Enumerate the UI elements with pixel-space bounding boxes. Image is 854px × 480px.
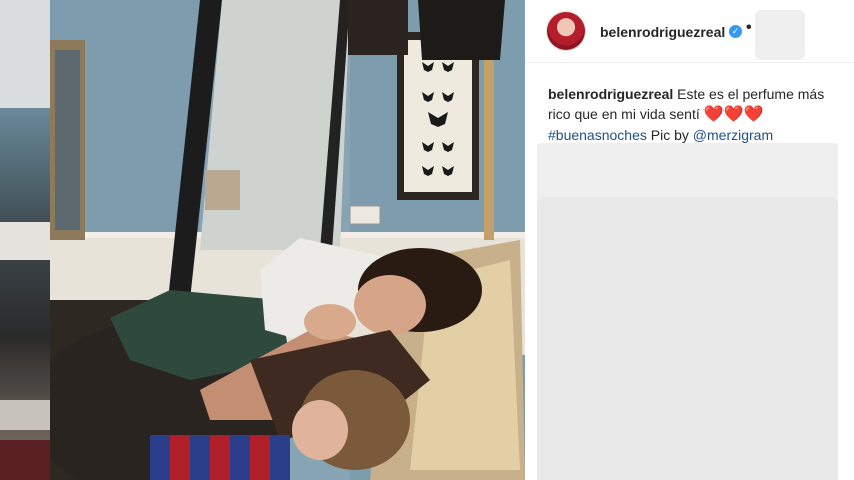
profile-avatar[interactable] bbox=[547, 12, 585, 50]
mention-link[interactable]: @merzigram bbox=[693, 127, 773, 143]
hashtag-link[interactable]: #buenasnoches bbox=[548, 127, 647, 143]
heart-emojis: ❤️❤️❤️ bbox=[703, 106, 764, 123]
post-username[interactable]: belenrodriguezreal bbox=[600, 24, 725, 40]
preview-band bbox=[0, 400, 50, 430]
comments-placeholder bbox=[537, 143, 838, 480]
verified-badge-icon: ✓ bbox=[729, 25, 742, 38]
credit-prefix: Pic by bbox=[650, 127, 689, 143]
preview-band bbox=[0, 0, 50, 108]
post-photo-illustration bbox=[50, 0, 525, 480]
comments-placeholder-inner bbox=[537, 197, 838, 480]
post-photo[interactable] bbox=[50, 0, 525, 480]
preview-band bbox=[0, 222, 50, 260]
previous-post-preview[interactable] bbox=[0, 0, 50, 480]
post-caption: belenrodriguezreal Este es el perfume má… bbox=[548, 84, 840, 145]
follow-button-placeholder[interactable] bbox=[755, 10, 805, 60]
post-side-panel: belenrodriguezreal ✓ • belenrodriguezrea… bbox=[525, 0, 854, 480]
caption-username[interactable]: belenrodriguezreal bbox=[548, 86, 673, 102]
post-header: belenrodriguezreal ✓ • bbox=[525, 0, 854, 63]
separator-dot: • bbox=[746, 19, 752, 36]
preview-band bbox=[0, 440, 50, 480]
